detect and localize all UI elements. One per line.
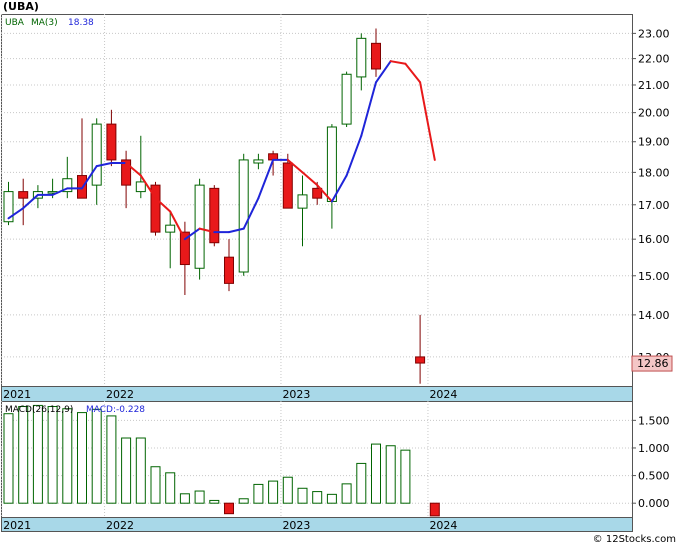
macd-bar [282,476,293,504]
macd-bar [385,445,396,504]
macd-legend-label: MACD(26,12,9) [5,405,73,415]
date-tick-label: 2022 [106,519,134,532]
macd-bar [224,502,234,515]
macd-bar [312,491,323,504]
price-tick-label: 22.00 [638,53,670,66]
price-tick-label: 18.00 [638,166,670,179]
candle-body [238,159,249,273]
macd-bar [165,472,176,504]
price-tick-label: 16.00 [638,233,670,246]
candle-body [194,184,205,269]
candle-body [371,42,381,70]
date-tick-label: 2023 [282,388,310,401]
macd-bar [326,493,337,504]
date-tick-label: 2024 [429,388,457,401]
candle-body [282,162,293,209]
macd-bar [106,415,117,504]
candle-body [297,194,308,209]
macd-bar [209,499,220,504]
macd-bar [371,443,381,504]
price-tick-label: 17.00 [638,199,670,212]
date-tick-label: 2021 [3,388,31,401]
price-tick-label: 20.00 [638,107,670,120]
macd-tick-label: 1.500 [638,414,670,427]
macd-tick-label: 0.000 [638,497,670,510]
macd-legend-value: MACD:-0.228 [86,405,145,415]
candle-body [326,126,337,202]
legend-ma-value: 18.38 [68,18,94,28]
macd-bar [194,490,205,504]
candle-body [356,37,367,78]
candle-body [18,191,29,199]
date-tick-label: 2021 [3,519,31,532]
price-tick-label: 19.00 [638,136,670,149]
date-axis-band [1,517,633,532]
chart-figure: 13.0014.0015.0016.0017.0018.0019.0020.00… [0,0,680,546]
price-legend: UBA MA(3) 18.38 [5,18,94,28]
candle-body [135,181,146,193]
price-tick-label: 23.00 [638,27,670,40]
macd-bar [179,493,190,504]
macd-bar [77,412,87,504]
date-tick-label: 2022 [106,388,134,401]
price-tick-label: 14.00 [638,309,670,322]
macd-bar [400,449,411,504]
candle-body [253,159,264,164]
macd-bar [341,483,352,504]
candle-body [415,356,426,364]
macd-bar [238,498,249,504]
candle-body [209,187,220,244]
candle-body [341,73,352,125]
macd-bar [62,408,73,504]
date-tick-label: 2024 [429,519,457,532]
chart-ticker: (UBA) [3,0,39,13]
macd-bar [3,413,14,504]
candle-body [165,224,176,233]
macd-bar [32,404,43,504]
macd-bar [18,406,29,504]
candle-body [106,123,117,161]
watermark-footer: © 12Stocks.com [592,534,676,545]
macd-bar [121,437,132,504]
macd-bar [253,483,264,504]
legend-symbol: UBA [5,18,25,28]
macd-bar [150,466,161,504]
macd-bar [356,462,367,504]
macd-bar [135,437,146,504]
macd-bar [47,406,58,504]
macd-tick-label: 0.500 [638,470,670,483]
last-price-label: 12.86 [637,357,669,370]
macd-bar [268,480,279,504]
price-tick-label: 15.00 [638,270,670,283]
macd-bar [91,408,102,504]
macd-tick-label: 1.000 [638,442,670,455]
candle-body [224,256,234,284]
price-tick-label: 21.00 [638,79,670,92]
date-axis-band [1,386,633,402]
date-tick-label: 2023 [282,519,310,532]
candle-body [91,123,102,186]
chart-svg: 13.0014.0015.0016.0017.0018.0019.0020.00… [1,14,673,532]
macd-bar [297,487,308,504]
legend-ma-label: MA(3) [31,18,58,28]
macd-bar [429,502,440,517]
